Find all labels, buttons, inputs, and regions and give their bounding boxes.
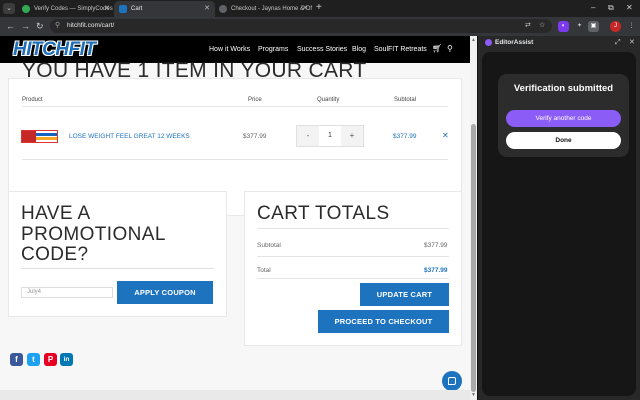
- scroll-up-icon[interactable]: ▲: [470, 37, 477, 44]
- column-header-product: Product: [22, 97, 43, 103]
- maximize-icon[interactable]: ⧉: [608, 2, 614, 14]
- close-icon[interactable]: ✕: [104, 1, 110, 17]
- subtotal-value: $377.99: [424, 242, 448, 249]
- divider: [22, 106, 448, 107]
- page-scrollbar[interactable]: ▲ ▼: [470, 36, 477, 400]
- scrollbar-thumb[interactable]: [471, 124, 476, 392]
- side-panel: EditorAssist ⤢ ✕ Verification submitted …: [477, 36, 640, 400]
- side-panel-body: Verification submitted Verify another co…: [482, 52, 636, 396]
- pinterest-share-icon[interactable]: P: [44, 353, 57, 366]
- apply-coupon-button[interactable]: APPLY COUPON: [117, 281, 213, 304]
- cart-icon[interactable]: 🛒︎: [432, 44, 442, 54]
- product-name-link[interactable]: LOSE WEIGHT FEEL GREAT 12 WEEKS: [69, 132, 190, 141]
- close-icon[interactable]: ✕: [302, 1, 308, 17]
- close-icon[interactable]: ✕: [204, 1, 210, 17]
- address-bar[interactable]: ⚲ hitchfit.com/cart/ ⇄ ☆: [50, 19, 552, 33]
- update-cart-button[interactable]: UPDATE CART: [360, 283, 449, 306]
- nav-success-stories[interactable]: Success Stories: [297, 45, 347, 55]
- tab-title: Cart: [131, 6, 143, 12]
- quantity-stepper[interactable]: - 1 +: [296, 125, 364, 147]
- editorassist-logo-icon: [485, 39, 492, 46]
- new-tab-icon[interactable]: +: [316, 2, 322, 14]
- nav-programs[interactable]: Programs: [258, 45, 288, 55]
- twitter-share-icon[interactable]: t: [27, 353, 40, 366]
- browser-toolbar: ← → ↻ ⚲ hitchfit.com/cart/ ⇄ ☆ ◐ ✦ ▣ J ⋮: [0, 17, 640, 36]
- verification-status: Verification submitted: [513, 83, 614, 94]
- tab-strip: ⌄ Verify Codes — SimplyCodes ✕ Cart ✕ Ch…: [0, 0, 640, 17]
- proceed-to-checkout-button[interactable]: PROCEED TO CHECKOUT: [318, 310, 449, 333]
- tab-search-icon[interactable]: ⌄: [3, 3, 15, 14]
- verification-card: Verification submitted Verify another co…: [498, 74, 629, 157]
- forward-icon[interactable]: →: [21, 20, 30, 32]
- reload-icon[interactable]: ↻: [36, 20, 44, 32]
- product-price: $377.99: [243, 133, 267, 140]
- tab-title: Checkout - Jaynas Home & Of: [231, 6, 313, 12]
- column-header-subtotal: Subtotal: [394, 97, 417, 103]
- nav-blog[interactable]: Blog: [352, 45, 366, 55]
- tab-verify-codes[interactable]: Verify Codes — SimplyCodes ✕: [17, 1, 115, 17]
- url-text: hitchfit.com/cart/: [67, 22, 115, 29]
- web-page: HITCHFIT How it Works Programs Success S…: [0, 36, 477, 400]
- chat-icon: [448, 377, 456, 385]
- product-thumbnail[interactable]: [21, 130, 58, 143]
- total-label: Total: [257, 267, 271, 274]
- quantity-decrease-button[interactable]: -: [297, 126, 319, 146]
- product-subtotal: $377.99: [393, 133, 417, 140]
- jaynas-favicon-icon: [219, 5, 227, 13]
- hitchfit-logo[interactable]: HITCHFIT: [13, 39, 96, 60]
- search-icon[interactable]: ⚲: [447, 44, 453, 54]
- tab-title: Verify Codes — SimplyCodes: [34, 6, 113, 12]
- side-panel-header: EditorAssist ⤢ ✕: [478, 36, 640, 50]
- profile-avatar[interactable]: J: [610, 21, 621, 32]
- done-button[interactable]: Done: [506, 132, 621, 149]
- simplycodes-favicon-icon: [22, 5, 30, 13]
- minimize-icon[interactable]: –: [591, 2, 595, 14]
- column-header-price: Price: [248, 97, 262, 103]
- footer-band: [0, 390, 470, 400]
- side-panel-icon[interactable]: ▣: [588, 21, 599, 32]
- total-value: $377.99: [424, 267, 448, 274]
- close-panel-icon[interactable]: ✕: [629, 37, 635, 48]
- side-panel-title: EditorAssist: [495, 39, 534, 46]
- cart-heading: YOU HAVE 1 ITEM IN YOUR CART: [22, 59, 367, 82]
- editorassist-extension-icon[interactable]: ◐: [558, 21, 569, 32]
- tab-checkout[interactable]: Checkout - Jaynas Home & Of ✕: [214, 1, 313, 17]
- quantity-value[interactable]: 1: [319, 126, 341, 146]
- scroll-down-icon[interactable]: ▼: [470, 392, 477, 399]
- linkedin-share-icon[interactable]: in: [60, 353, 73, 366]
- tab-cart[interactable]: Cart ✕: [114, 1, 215, 17]
- facebook-share-icon[interactable]: f: [10, 353, 23, 366]
- column-header-quantity: Quantity: [317, 97, 340, 103]
- close-window-icon[interactable]: ✕: [626, 2, 633, 14]
- pin-icon[interactable]: ⤢: [615, 37, 621, 48]
- divider: [21, 268, 214, 269]
- coupon-code-input[interactable]: July4: [21, 287, 113, 298]
- remove-item-icon[interactable]: ✕: [442, 131, 449, 141]
- chat-launcher-button[interactable]: [442, 371, 462, 391]
- subtotal-label: Subtotal: [257, 242, 281, 249]
- nav-how-it-works[interactable]: How it Works: [209, 45, 250, 55]
- quantity-increase-button[interactable]: +: [341, 126, 363, 146]
- divider: [257, 228, 449, 229]
- hitchfit-favicon-icon: [119, 5, 127, 13]
- translate-icon[interactable]: ⇄: [525, 21, 531, 31]
- promo-heading: HAVE A PROMOTIONAL CODE?: [21, 203, 166, 265]
- nav-soulfit-retreats[interactable]: SoulFIT Retreats: [374, 45, 427, 55]
- cart-totals-heading: CART TOTALS: [257, 203, 390, 224]
- menu-kebab-icon[interactable]: ⋮: [626, 21, 637, 32]
- extensions-puzzle-icon[interactable]: ✦: [574, 21, 585, 32]
- verify-another-code-button[interactable]: Verify another code: [506, 110, 621, 127]
- bookmark-star-icon[interactable]: ☆: [539, 21, 545, 31]
- back-icon[interactable]: ←: [6, 20, 15, 32]
- divider: [257, 278, 449, 279]
- site-info-icon[interactable]: ⚲: [55, 21, 60, 31]
- divider: [22, 159, 448, 160]
- divider: [257, 256, 449, 257]
